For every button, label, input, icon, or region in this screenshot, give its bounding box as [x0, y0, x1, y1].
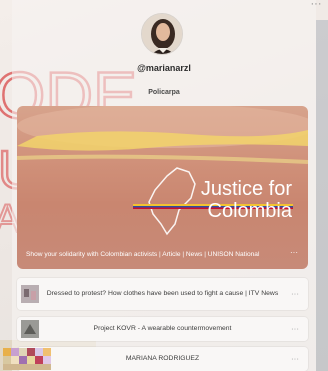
- link-more-icon[interactable]: ···: [291, 325, 299, 334]
- link-button-dressed-to-protest[interactable]: Dressed to protest? How clothes have bee…: [17, 278, 308, 310]
- link-button-mariana-rodriguez[interactable]: MARIANA RODRIGUEZ ···: [3, 347, 308, 371]
- link-thumbnail: [21, 320, 39, 338]
- featured-more-icon[interactable]: ···: [290, 248, 298, 257]
- link-label: Project KOVR - A wearable countermovemen…: [93, 325, 232, 332]
- featured-caption: Show your solidarity with Colombian acti…: [26, 251, 260, 258]
- link-label: Dressed to protest? How clothes have bee…: [46, 290, 279, 297]
- avatar[interactable]: [141, 13, 183, 55]
- link-button-project-kovr[interactable]: Project KOVR - A wearable countermovemen…: [17, 317, 308, 341]
- featured-link-card[interactable]: Justice for Colombia Show your solidarit…: [17, 106, 308, 269]
- featured-title: Justice for Colombia: [200, 178, 292, 222]
- colombia-map-outline: [148, 167, 196, 236]
- link-label: MARIANA RODRIGUEZ: [125, 355, 200, 362]
- more-options-icon[interactable]: ···: [308, 0, 324, 12]
- profile-handle: @marianarzl: [137, 63, 191, 73]
- profile-bio: Policarpa: [148, 89, 180, 96]
- link-thumbnail: [21, 285, 39, 303]
- link-more-icon[interactable]: ···: [291, 355, 299, 364]
- link-more-icon[interactable]: ···: [291, 290, 299, 299]
